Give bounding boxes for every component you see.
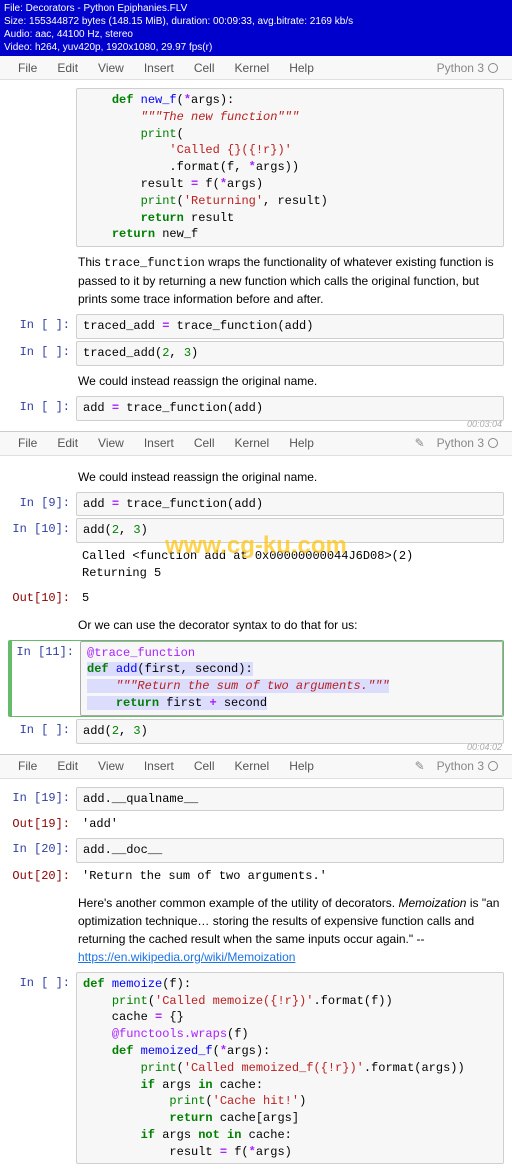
menu-cell[interactable]: Cell (184, 58, 225, 78)
menu-insert[interactable]: Insert (134, 433, 184, 453)
out-prompt: Out[19]: (8, 813, 76, 836)
code-body[interactable]: add.__qualname__ (76, 787, 504, 812)
output-cell: Called <function add at 0x00000000044J6D… (8, 545, 504, 585)
markdown-cell: Or we can use the decorator syntax to do… (8, 612, 504, 638)
menu-insert[interactable]: Insert (134, 58, 184, 78)
menu-kernel[interactable]: Kernel (225, 756, 280, 776)
in-prompt (8, 88, 76, 247)
output-cell: Out[10]:5 (8, 587, 504, 610)
kernel-indicator: Python 3 (431, 759, 504, 773)
code-body[interactable]: add.__doc__ (76, 838, 504, 863)
menu-edit[interactable]: Edit (47, 756, 88, 776)
in-prompt: In [ ]: (8, 341, 76, 366)
code-cell[interactable]: In [10]:add(2, 3) (8, 518, 504, 543)
code-cell[interactable]: In [20]:add.__doc__ (8, 838, 504, 863)
code-body[interactable]: add = trace_function(add) (76, 492, 504, 517)
menu-edit[interactable]: Edit (47, 58, 88, 78)
in-prompt: In [11]: (12, 641, 80, 716)
code-cell[interactable]: In [19]:add.__qualname__ (8, 787, 504, 812)
in-prompt: In [20]: (8, 838, 76, 863)
menu-kernel[interactable]: Kernel (225, 58, 280, 78)
code-cell[interactable]: In [9]:add = trace_function(add) (8, 492, 504, 517)
kernel-status-icon (488, 63, 498, 73)
code-cell[interactable]: In [ ]:def memoize(f): print('Called mem… (8, 972, 504, 1165)
in-prompt: In [ ]: (8, 396, 76, 421)
notebook-frame-3: File Edit View Insert Cell Kernel Help ✎… (0, 755, 512, 1174)
out-prompt: Out[20]: (8, 865, 76, 888)
menubar: File Edit View Insert Cell Kernel Help ✎… (0, 755, 512, 779)
code-cell-selected[interactable]: In [11]:@trace_function def add(first, s… (8, 640, 504, 717)
code-body[interactable]: add(2, 3) (76, 719, 504, 744)
video-file-line: File: Decorators - Python Epiphanies.FLV (4, 2, 508, 15)
menu-view[interactable]: View (88, 756, 134, 776)
kernel-indicator: Python 3 (431, 436, 504, 450)
code-cell[interactable]: In [ ]:add = trace_function(add) (8, 396, 504, 421)
video-audio-line: Audio: aac, 44100 Hz, stereo (4, 28, 508, 41)
code-body[interactable]: @trace_function def add(first, second): … (80, 641, 503, 716)
in-prompt: In [10]: (8, 518, 76, 543)
code-body[interactable]: def memoize(f): print('Called memoize({!… (76, 972, 504, 1165)
kernel-indicator: Python 3 (431, 61, 504, 75)
notebook-frame-2: File Edit View Insert Cell Kernel Help ✎… (0, 432, 512, 755)
pencil-icon[interactable]: ✎ (409, 436, 431, 450)
menu-view[interactable]: View (88, 58, 134, 78)
menu-edit[interactable]: Edit (47, 433, 88, 453)
code-body[interactable]: def new_f(*args): """The new function"""… (76, 88, 504, 247)
out-prompt: Out[10]: (8, 587, 76, 610)
markdown-cell: This trace_function wraps the functional… (8, 249, 504, 312)
timestamp: 00:04:02 (467, 742, 502, 752)
menu-file[interactable]: File (8, 756, 47, 776)
menu-view[interactable]: View (88, 433, 134, 453)
in-prompt: In [9]: (8, 492, 76, 517)
pencil-icon[interactable]: ✎ (409, 759, 431, 773)
in-prompt: In [ ]: (8, 972, 76, 1165)
menu-file[interactable]: File (8, 433, 47, 453)
kernel-status-icon (488, 438, 498, 448)
video-info-overlay: File: Decorators - Python Epiphanies.FLV… (0, 0, 512, 56)
code-body[interactable]: traced_add(2, 3) (76, 341, 504, 366)
menu-file[interactable]: File (8, 58, 47, 78)
video-size-line: Size: 155344872 bytes (148.15 MiB), dura… (4, 15, 508, 28)
code-body[interactable]: add(2, 3) (76, 518, 504, 543)
menu-help[interactable]: Help (279, 433, 324, 453)
menu-cell[interactable]: Cell (184, 756, 225, 776)
video-video-line: Video: h264, yuv420p, 1920x1080, 29.97 f… (4, 41, 508, 54)
code-body[interactable]: add = trace_function(add) (76, 396, 504, 421)
notebook-frame-1: File Edit View Insert Cell Kernel Help P… (0, 56, 512, 432)
kernel-status-icon (488, 761, 498, 771)
timestamp: 00:03:04 (467, 419, 502, 429)
markdown-cell: We could instead reassign the original n… (8, 368, 504, 394)
code-cell[interactable]: In [ ]:add(2, 3) (8, 719, 504, 744)
menu-insert[interactable]: Insert (134, 756, 184, 776)
code-cell[interactable]: In [ ]:traced_add(2, 3) (8, 341, 504, 366)
menu-cell[interactable]: Cell (184, 433, 225, 453)
in-prompt: In [ ]: (8, 719, 76, 744)
markdown-cell: Here's another common example of the uti… (8, 890, 504, 970)
in-prompt: In [19]: (8, 787, 76, 812)
menu-help[interactable]: Help (279, 756, 324, 776)
output-cell: Out[20]:'Return the sum of two arguments… (8, 865, 504, 888)
code-cell[interactable]: In [ ]:traced_add = trace_function(add) (8, 314, 504, 339)
output-cell: Out[19]:'add' (8, 813, 504, 836)
menubar: File Edit View Insert Cell Kernel Help ✎… (0, 432, 512, 456)
menubar: File Edit View Insert Cell Kernel Help P… (0, 56, 512, 80)
wiki-link[interactable]: https://en.wikipedia.org/wiki/Memoizatio… (78, 950, 295, 964)
code-cell[interactable]: def new_f(*args): """The new function"""… (8, 88, 504, 247)
menu-help[interactable]: Help (279, 58, 324, 78)
markdown-cell: We could instead reassign the original n… (8, 464, 504, 490)
menu-kernel[interactable]: Kernel (225, 433, 280, 453)
in-prompt: In [ ]: (8, 314, 76, 339)
code-body[interactable]: traced_add = trace_function(add) (76, 314, 504, 339)
